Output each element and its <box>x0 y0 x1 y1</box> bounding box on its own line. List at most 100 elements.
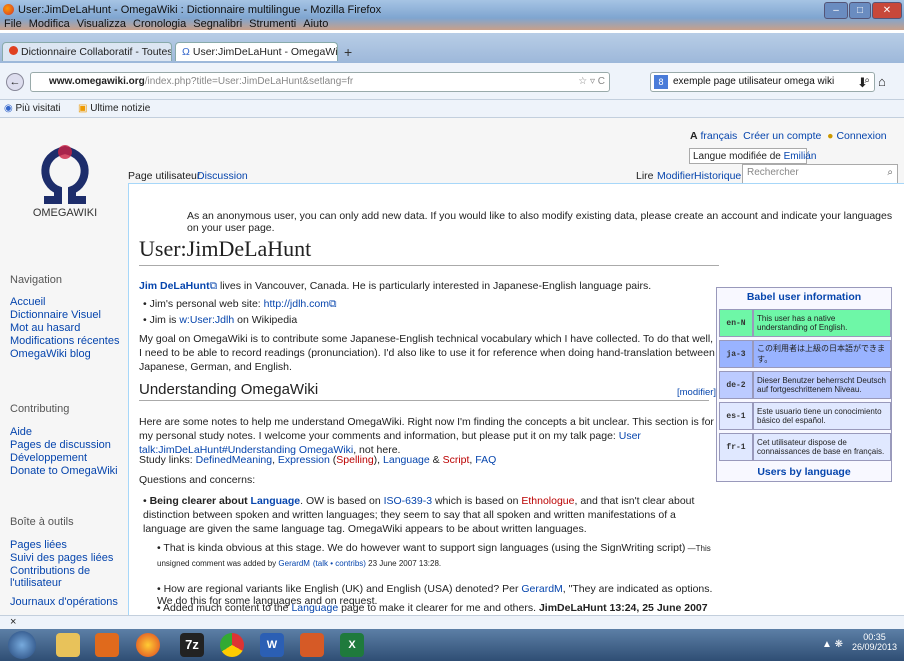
tray-icons[interactable]: ▲ ❋ <box>822 639 843 650</box>
tab-edit[interactable]: Modifier <box>657 170 694 182</box>
new-tab-button[interactable]: + <box>344 44 352 60</box>
tab-dictionnaire[interactable]: Dictionnaire Collaboratif - Toutes les .… <box>2 42 172 61</box>
s2-text: How are regional variants like English (… <box>163 583 522 595</box>
ethnologue-link[interactable]: Ethnologue <box>521 495 574 507</box>
sidebar-item-visual-dictionary[interactable]: Dictionnaire Visuel <box>10 309 101 321</box>
bullet-text: on Wikipedia <box>234 314 298 326</box>
search-engine-icon[interactable]: 8 <box>654 75 668 89</box>
system-clock[interactable]: 00:35 26/09/2013 <box>852 632 897 652</box>
user-link[interactable]: GerardM <box>521 583 562 595</box>
explorer-icon[interactable] <box>56 633 80 657</box>
back-arrow-icon[interactable]: ← <box>6 73 24 91</box>
tab-page-user[interactable]: Page utilisateur <box>128 170 200 182</box>
anonymous-notice: As an anonymous user, you can only add n… <box>187 210 893 234</box>
start-button-icon[interactable] <box>8 631 36 659</box>
tab-read[interactable]: Lire <box>636 170 654 182</box>
create-account-link[interactable]: Créer un compte <box>743 130 821 142</box>
menu-visualizza[interactable]: Visualizza <box>77 18 126 30</box>
link-definedmeaning[interactable]: DefinedMeaning <box>196 454 272 466</box>
sidebar-item-recent-changes[interactable]: Modifications récentes <box>10 335 119 347</box>
sidebar-item-donate[interactable]: Donate to OmegaWiki <box>10 465 118 477</box>
tab-discussion[interactable]: Discussion <box>197 170 248 182</box>
babel-code[interactable]: es-1 <box>719 402 753 430</box>
menu-modifica[interactable]: Modifica <box>29 18 70 30</box>
firefox-taskbar-icon[interactable] <box>136 633 160 657</box>
sidebar-item-development[interactable]: Développement <box>10 452 87 464</box>
tab-label: Page utilisateur <box>128 170 201 182</box>
babel-box: Babel user information en-N This user has… <box>716 287 892 482</box>
sidebar-item-user-contributions[interactable]: Contributions de l'utilisateur <box>10 565 120 589</box>
user-icon: ● <box>827 130 834 142</box>
list-item: • Being clearer about Language. OW is ba… <box>143 495 695 535</box>
link-expression[interactable]: Expression <box>278 454 330 466</box>
minimize-button[interactable]: – <box>824 2 848 19</box>
login-link[interactable]: Connexion <box>836 130 886 142</box>
logo-text: OMEGAWIKI <box>32 207 98 219</box>
7zip-icon[interactable]: 7z <box>180 633 204 657</box>
language-link[interactable]: Language <box>251 495 301 507</box>
study-label: Study links: <box>139 454 196 466</box>
search-icon[interactable]: ⌕ <box>887 167 893 178</box>
media-player-icon[interactable] <box>95 633 119 657</box>
wikipedia-link[interactable]: w:User:Jdlh <box>179 314 234 326</box>
bookmark-most-visited[interactable]: ◉ Più visitati <box>4 103 61 114</box>
language-link[interactable]: Language <box>291 602 338 614</box>
menu-strumenti[interactable]: Strumenti <box>249 18 296 30</box>
babel-row: ja-3 この利用者は上級の日本語ができます。 <box>719 340 891 368</box>
url-bar[interactable]: www.omegawiki.org/index.php?title=User:J… <box>30 72 610 92</box>
close-findbar-icon[interactable]: × <box>10 616 16 628</box>
link-language[interactable]: Language <box>383 454 430 466</box>
home-icon[interactable]: ⌂ <box>878 74 886 89</box>
babel-code[interactable]: de-2 <box>719 371 753 399</box>
babel-description: この利用者は上級の日本語ができます。 <box>753 340 891 368</box>
section-edit-link[interactable]: [modifier] <box>677 387 716 398</box>
maximize-button[interactable]: □ <box>849 2 871 19</box>
sidebar-heading-contributing: Contributing <box>10 403 70 415</box>
q1-bold: Being clearer about <box>149 495 251 507</box>
sidebar-item-help[interactable]: Aide <box>10 426 32 438</box>
bookmark-latest-news[interactable]: ▣ Ultime notizie <box>78 103 150 114</box>
clock-time: 00:35 <box>863 632 886 642</box>
babel-code[interactable]: ja-3 <box>719 340 753 368</box>
unsigned-date: 23 June 2007 13:28. <box>365 559 442 568</box>
chrome-icon[interactable] <box>220 633 244 657</box>
link-script[interactable]: Script <box>443 454 470 466</box>
babel-title[interactable]: Babel user information <box>717 288 891 306</box>
tab-history[interactable]: Historique <box>694 170 741 182</box>
user-link[interactable]: Jim DeLaHunt <box>139 280 210 292</box>
language-link[interactable]: français <box>701 130 738 142</box>
wiki-search-input[interactable]: Rechercher ⌕ <box>742 164 898 184</box>
talk-contribs-link[interactable]: (talk • contribs) <box>313 559 366 568</box>
close-window-button[interactable]: ✕ <box>872 2 902 19</box>
reload-icon[interactable]: ☆ ▿ C <box>578 76 605 87</box>
sidebar-item-logs[interactable]: Journaux d'opérations <box>10 596 118 608</box>
menu-cronologia[interactable]: Cronologia <box>133 18 186 30</box>
excel-icon[interactable]: X <box>340 633 364 657</box>
tab-user-page[interactable]: ΩUser:JimDeLaHunt - OmegaWiki : Dic... <box>175 42 338 61</box>
sidebar-item-accueil[interactable]: Accueil <box>10 296 45 308</box>
babel-code[interactable]: fr-1 <box>719 433 753 461</box>
link-faq[interactable]: FAQ <box>475 454 496 466</box>
sidebar-item-random[interactable]: Mot au hasard <box>10 322 80 334</box>
powerpoint-icon[interactable] <box>300 633 324 657</box>
link-spelling[interactable]: Spelling <box>336 454 373 466</box>
menu-segnalibri[interactable]: Segnalibri <box>193 18 242 30</box>
browser-search-input[interactable]: 8 exemple page utilisateur omega wiki ⌕ <box>650 72 875 92</box>
user-link[interactable]: GerardM <box>278 559 310 568</box>
menu-aiuto[interactable]: Aiuto <box>303 18 328 30</box>
users-by-language-link[interactable]: Users by language <box>717 464 891 481</box>
tooltip-user-link[interactable]: Emilián <box>784 151 817 162</box>
website-link[interactable]: http://jdlh.com <box>264 298 329 310</box>
omegawiki-logo[interactable]: OMEGAWIKI <box>30 136 100 219</box>
omega-logo-icon <box>41 145 89 204</box>
sidebar-item-talk-pages[interactable]: Pages de discussion <box>10 439 111 451</box>
sidebar-item-related-changes[interactable]: Suivi des pages liées <box>10 552 113 564</box>
sidebar-item-blog[interactable]: OmegaWiki blog <box>10 348 91 360</box>
sidebar-item-what-links-here[interactable]: Pages liées <box>10 539 67 551</box>
menu-file[interactable]: File <box>4 18 22 30</box>
site-favicon-icon <box>9 46 18 55</box>
iso-link[interactable]: ISO-639-3 <box>384 495 432 507</box>
word-icon[interactable]: W <box>260 633 284 657</box>
download-icon[interactable]: ⬇ <box>857 75 868 91</box>
babel-code[interactable]: en-N <box>719 309 753 337</box>
